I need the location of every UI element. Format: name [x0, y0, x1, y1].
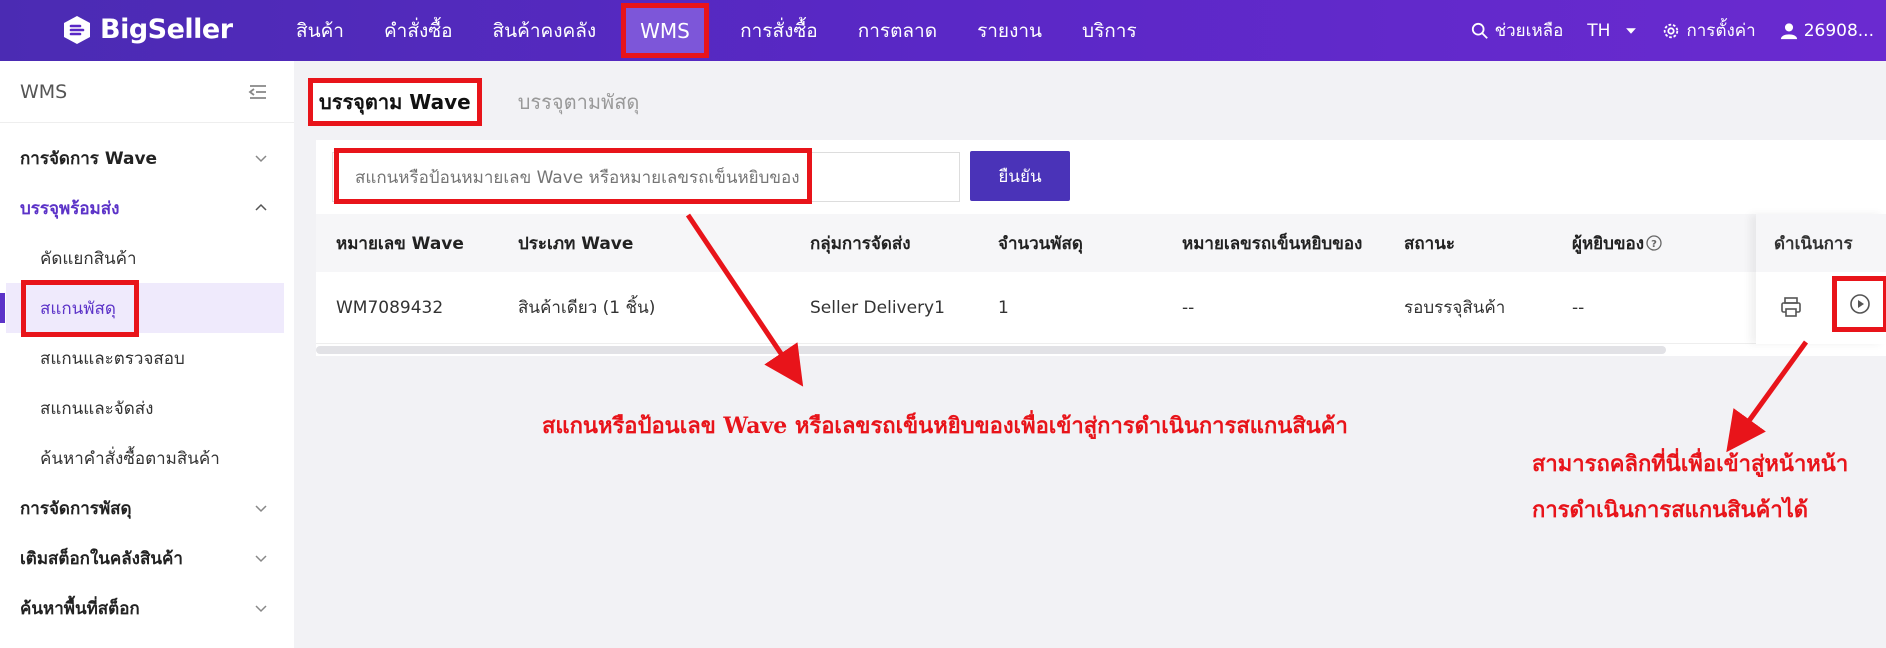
- table-header: หมายเลข Wave ประเภท Wave กลุ่มการจัดส่ง …: [316, 214, 1886, 272]
- sidebar-group-wave-management[interactable]: การจัดการ Wave: [0, 133, 294, 183]
- annotation-play-tip-line1: สามารถคลิกที่นี่เพื่อเข้าสู่หน้าหน้า: [1532, 451, 1849, 477]
- nav-reports[interactable]: รายงาน: [957, 0, 1062, 61]
- cell-wave-number: WM7089432: [336, 297, 444, 318]
- nav-purchase[interactable]: การสั่งซื้อ: [720, 0, 838, 61]
- sidebar-group-search-stock-location[interactable]: ค้นหาพื้นที่สต็อก: [0, 583, 294, 633]
- header-actions: ดำเนินการ: [1756, 214, 1886, 272]
- nav-inventory[interactable]: สินค้าคงคลัง: [473, 0, 617, 61]
- print-icon[interactable]: [1780, 296, 1802, 318]
- tab-pack-by-parcel[interactable]: บรรจุตามพัสดุ: [510, 78, 648, 126]
- svg-text:?: ?: [1651, 239, 1657, 250]
- gear-icon: [1664, 23, 1679, 38]
- cell-parcel-count: 1: [998, 297, 1009, 318]
- sidebar-group-label: การจัดการพัสดุ: [20, 498, 132, 519]
- language-label: TH: [1587, 20, 1611, 41]
- sidebar-item-sort-products[interactable]: คัดแยกสินค้า: [0, 233, 294, 283]
- play-circle-icon: [1850, 294, 1870, 314]
- main-nav: สินค้า คำสั่งซื้อ สินค้าคงคลัง การสั่งซื…: [276, 0, 1157, 61]
- cell-cart-number: --: [1182, 297, 1195, 318]
- sidebar-header: WMS: [0, 61, 294, 123]
- header-shipping-group: กลุ่มการจัดส่ง: [810, 233, 911, 254]
- arrow-to-play-button: [1726, 340, 1809, 453]
- nav-orders[interactable]: คำสั่งซื้อ: [364, 0, 473, 61]
- sidebar-group-label: การจัดการ Wave: [20, 148, 158, 169]
- header-wave-type: ประเภท Wave: [518, 233, 634, 254]
- horizontal-scrollbar[interactable]: [316, 346, 1666, 354]
- nav-marketing[interactable]: การตลาด: [838, 0, 957, 61]
- header-wave-number: หมายเลข Wave: [336, 233, 464, 254]
- main-card: ยืนยัน หมายเลข Wave ประเภท Wave กลุ่มการ…: [316, 140, 1886, 356]
- sidebar-item-scan-verify[interactable]: สแกนและตรวจสอบ: [0, 333, 294, 383]
- wave-table: หมายเลข Wave ประเภท Wave กลุ่มการจัดส่ง …: [316, 214, 1886, 344]
- top-navigation-bar: BigSeller สินค้า คำสั่งซื้อ สินค้าคงคลัง…: [0, 0, 1886, 61]
- sidebar-group-packing[interactable]: บรรจุพร้อมส่ง: [0, 183, 294, 233]
- header-picker: ผู้หยิบของ?: [1572, 230, 1662, 257]
- start-scan-button[interactable]: [1832, 276, 1886, 332]
- help-circle-icon[interactable]: ?: [1646, 234, 1662, 251]
- chevron-down-icon: [255, 505, 267, 513]
- language-selector[interactable]: TH: [1575, 21, 1650, 41]
- nav-wms-active[interactable]: WMS: [621, 3, 709, 58]
- header-picker-label: ผู้หยิบของ: [1572, 233, 1645, 254]
- action-icons: [1756, 272, 1886, 344]
- sidebar-title: WMS: [20, 80, 68, 103]
- sidebar-item-scan-ship[interactable]: สแกนและจัดส่ง: [0, 383, 294, 433]
- cell-picker: --: [1572, 297, 1585, 318]
- bigseller-logo-icon: [62, 15, 92, 45]
- confirm-button[interactable]: ยืนยัน: [970, 151, 1070, 201]
- search-icon: [1471, 22, 1488, 39]
- table-row: WM7089432 สินค้าเดียว (1 ชิ้น) Seller De…: [316, 272, 1886, 344]
- brand-name: BigSeller: [100, 14, 233, 45]
- highlight-box-scan-parcel: [21, 280, 139, 337]
- help-label: ช่วยเหลือ: [1494, 21, 1564, 41]
- annotation-play-tip-line2: การดำเนินการสแกนสินค้าได้: [1532, 497, 1809, 523]
- top-right-actions: ช่วยเหลือ TH การตั้งค่า 26908...: [1459, 0, 1886, 61]
- tab-pack-by-wave[interactable]: บรรจุตาม Wave: [308, 78, 482, 126]
- settings-link[interactable]: การตั้งค่า: [1650, 17, 1767, 44]
- user-icon: [1780, 22, 1797, 39]
- user-id: 26908...: [1803, 20, 1874, 41]
- help-link[interactable]: ช่วยเหลือ: [1459, 17, 1576, 44]
- collapse-menu-icon[interactable]: [248, 82, 268, 102]
- cell-status: รอบรรจุสินค้า: [1404, 298, 1506, 318]
- sidebar-group-label: บรรจุพร้อมส่ง: [20, 198, 120, 219]
- sidebar-group-label: ค้นหาพื้นที่สต็อก: [20, 598, 140, 619]
- header-cart-number: หมายเลขรถเข็นหยิบของ: [1182, 233, 1363, 254]
- sidebar: WMS การจัดการ Wave บรรจุพร้อมส่ง คัดแยกส…: [0, 61, 294, 648]
- header-status: สถานะ: [1404, 233, 1455, 254]
- chevron-down-icon: [255, 555, 267, 563]
- chevron-up-icon: [255, 203, 267, 211]
- sidebar-group-restock[interactable]: เติมสต็อกในคลังสินค้า: [0, 533, 294, 583]
- user-menu[interactable]: 26908...: [1768, 21, 1886, 41]
- action-column: ดำเนินการ: [1756, 214, 1886, 344]
- caret-down-icon: [1626, 27, 1637, 34]
- brand-logo[interactable]: BigSeller: [62, 14, 233, 45]
- cell-shipping-group: Seller Delivery1: [810, 297, 945, 318]
- annotation-search-tip: สแกนหรือป้อนเลข Wave หรือเลขรถเข็นหยิบขอ…: [542, 413, 1348, 439]
- nav-services[interactable]: บริการ: [1062, 0, 1157, 61]
- highlight-box-search: [334, 148, 812, 204]
- nav-products[interactable]: สินค้า: [276, 0, 364, 61]
- sidebar-item-search-order-by-product[interactable]: ค้นหาคำสั่งซื้อตามสินค้า: [0, 433, 294, 483]
- sidebar-group-parcel-management[interactable]: การจัดการพัสดุ: [0, 483, 294, 533]
- packing-tabs: บรรจุตาม Wave บรรจุตามพัสดุ: [308, 78, 647, 126]
- sidebar-group-label: เติมสต็อกในคลังสินค้า: [20, 548, 183, 569]
- header-parcel-count: จำนวนพัสดุ: [998, 233, 1083, 254]
- cell-wave-type: สินค้าเดียว (1 ชิ้น): [518, 298, 656, 318]
- chevron-down-icon: [255, 155, 267, 163]
- chevron-down-icon: [255, 605, 267, 613]
- settings-label: การตั้งค่า: [1686, 21, 1756, 41]
